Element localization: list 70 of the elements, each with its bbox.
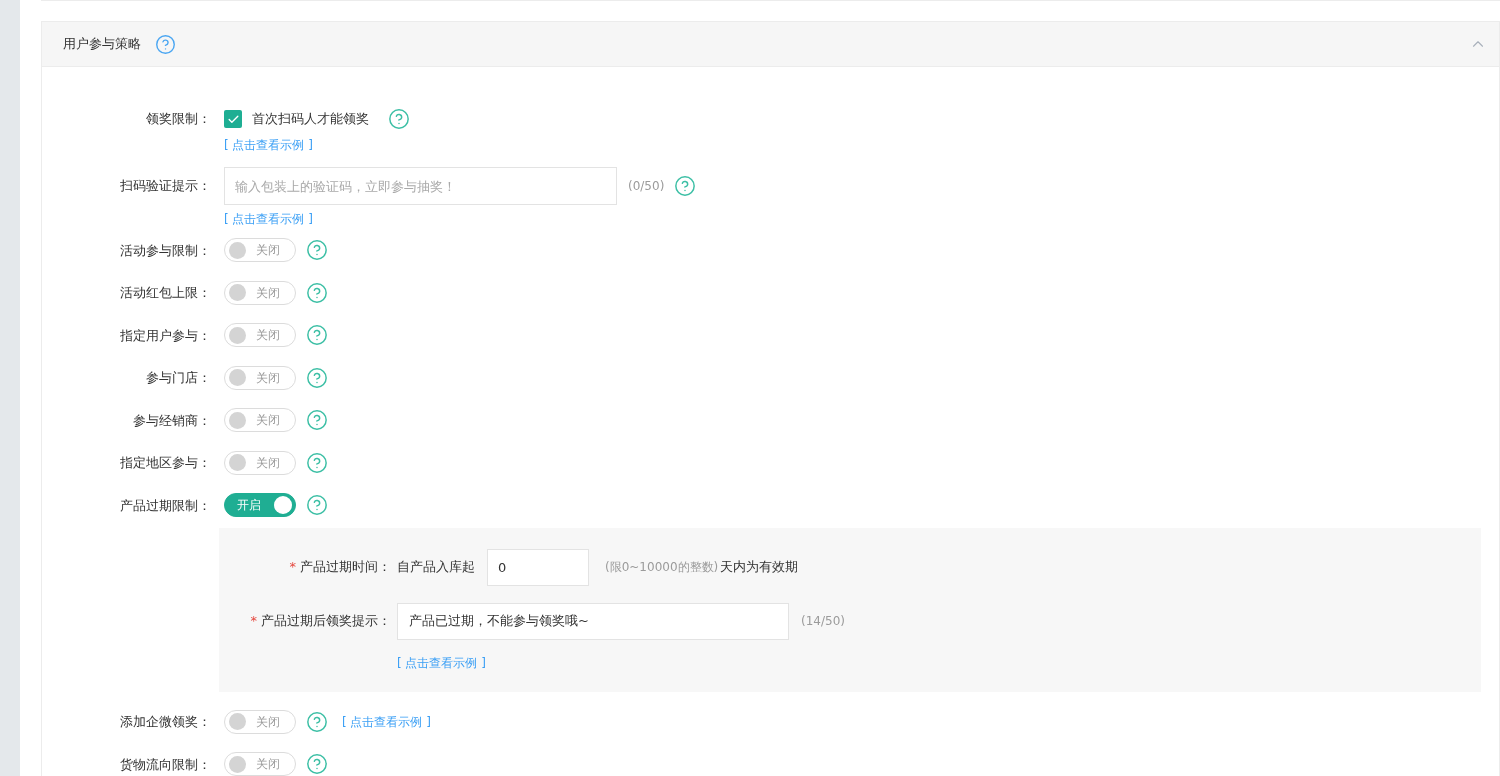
field-label: 产品过期限制： [120,496,211,515]
toggle-label: 关闭 [256,412,280,430]
field-label: 产品过期时间： [300,558,391,577]
toggle-label: 关闭 [256,284,280,302]
section-header[interactable]: 用户参与策略 [42,22,1499,67]
toggle-label: 关闭 [256,756,280,774]
days-input[interactable]: 0 [487,548,589,586]
toggle-knob [274,496,292,515]
toggle-label: 关闭 [256,242,280,260]
required-mark: * [250,612,257,631]
example-link[interactable]: [ 点击查看示例 ] [397,655,486,670]
toggle-label: 开启 [237,497,261,515]
toggle-knob [229,241,246,259]
help-icon[interactable] [306,451,328,474]
checkbox[interactable] [224,110,242,128]
toggle-knob [229,326,246,344]
toggle-knob [229,369,246,387]
toggle-knob [229,411,246,429]
toggle-label: 关闭 [256,454,280,472]
char-counter: (0/50) [628,178,665,195]
toggle-switch[interactable]: 关闭 [224,280,296,305]
field-label: 指定地区参与： [120,454,211,472]
help-icon[interactable] [306,494,328,517]
toggle-switch[interactable]: 关闭 [224,752,296,776]
help-icon[interactable] [306,281,328,304]
field-label: 领奖限制： [146,110,211,129]
example-link[interactable]: [ 点击查看示例 ] [224,136,313,154]
help-icon[interactable] [306,710,328,733]
range-hint: (限0~10000的整数) [605,559,719,576]
help-icon[interactable] [155,33,176,55]
toggle-label: 关闭 [256,369,280,387]
toggle-label: 关闭 [256,713,280,731]
example-link[interactable]: [ 点击查看示例 ] [342,712,431,731]
field-label: 指定用户参与： [120,326,211,345]
section-title: 用户参与策略 [63,35,141,54]
help-icon[interactable] [306,409,328,432]
field-label: 活动红包上限： [120,284,211,302]
toggle-knob [229,284,246,302]
toggle-switch[interactable]: 关闭 [224,238,296,263]
help-icon[interactable] [674,175,697,197]
field-label: 活动参与限制： [120,241,211,260]
field-label: 货物流向限制： [120,755,211,774]
field-label: 扫码验证提示： [120,177,211,196]
required-mark: * [289,558,296,577]
toggle-switch[interactable]: 关闭 [224,323,296,348]
toggle-switch[interactable]: 开启 [224,493,296,518]
prefix-text: 自产品入库起 [397,558,475,577]
toggle-switch[interactable]: 关闭 [224,709,296,734]
toggle-switch[interactable]: 关闭 [224,450,296,475]
text-input[interactable]: 输入包装上的验证码，立即参与抽奖！ [224,167,617,205]
toggle-switch[interactable]: 关闭 [224,408,296,433]
toggle-knob [229,755,246,773]
help-icon[interactable] [306,366,328,389]
suffix-text: 天内为有效期 [720,558,799,577]
toggle-knob [229,713,246,731]
help-icon[interactable] [306,753,328,776]
text-input[interactable]: 产品已过期，不能参与领奖哦~ [397,602,789,640]
field-label: 添加企微领奖： [120,713,211,731]
char-counter: (14/50) [801,613,845,630]
toggle-switch[interactable]: 关闭 [224,365,296,390]
example-link[interactable]: [ 点击查看示例 ] [224,210,313,228]
field-label: 参与门店： [146,369,211,387]
help-icon[interactable] [306,324,328,347]
help-icon[interactable] [306,239,328,262]
toggle-label: 关闭 [256,327,280,345]
help-icon[interactable] [388,108,410,130]
field-label: 产品过期后领奖提示： [261,612,391,631]
checkbox-label: 首次扫码人才能领奖 [252,110,369,129]
field-label: 参与经销商： [133,411,211,430]
toggle-knob [229,454,246,472]
